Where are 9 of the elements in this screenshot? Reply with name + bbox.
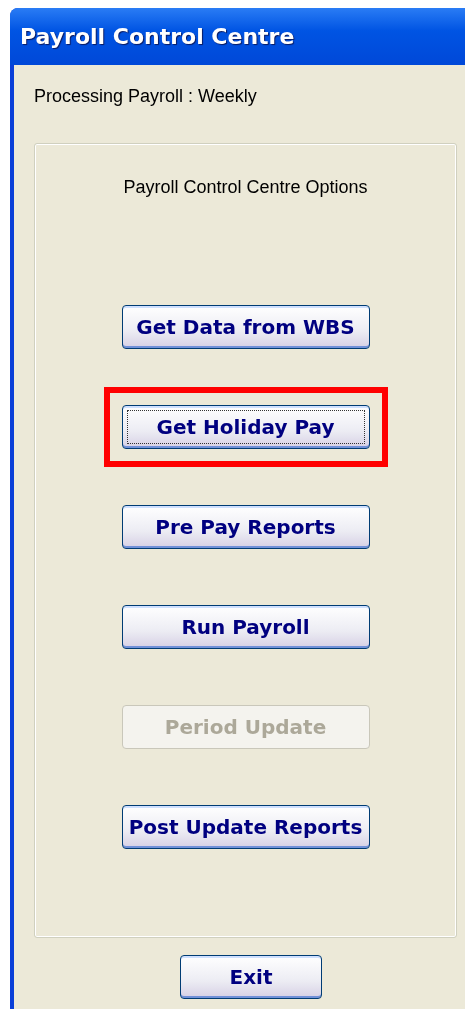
option-button[interactable]: Run Payroll: [121, 605, 370, 649]
group-title: Payroll Control Centre Options: [123, 177, 368, 198]
status-text: Processing Payroll : Weekly: [34, 86, 258, 107]
option-button[interactable]: Get Holiday Pay: [121, 405, 370, 449]
option-button[interactable]: Get Data from WBS: [121, 305, 370, 349]
window-title: Payroll Control Centre: [20, 24, 295, 49]
exit-button[interactable]: Exit: [180, 955, 322, 999]
option-button[interactable]: Pre Pay Reports: [121, 505, 370, 549]
option-button[interactable]: Post Update Reports: [121, 805, 370, 849]
